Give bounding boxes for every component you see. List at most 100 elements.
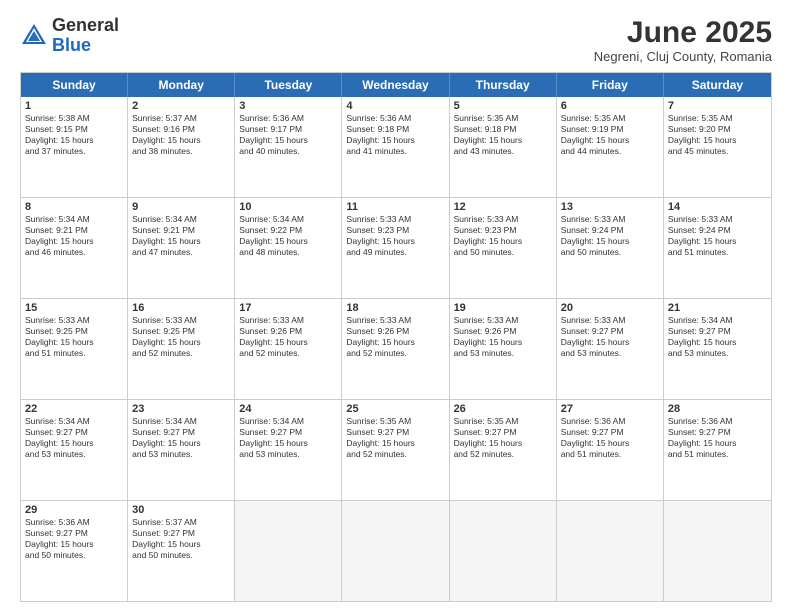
day-info: Sunrise: 5:33 AM Sunset: 9:27 PM Dayligh… [561, 315, 659, 359]
day-18: 18Sunrise: 5:33 AM Sunset: 9:26 PM Dayli… [342, 299, 449, 399]
day-30: 30Sunrise: 5:37 AM Sunset: 9:27 PM Dayli… [128, 501, 235, 601]
day-13: 13Sunrise: 5:33 AM Sunset: 9:24 PM Dayli… [557, 198, 664, 298]
day-info: Sunrise: 5:33 AM Sunset: 9:24 PM Dayligh… [668, 214, 767, 258]
weekday-header-thursday: Thursday [450, 73, 557, 97]
day-26: 26Sunrise: 5:35 AM Sunset: 9:27 PM Dayli… [450, 400, 557, 500]
calendar-body: 1Sunrise: 5:38 AM Sunset: 9:15 PM Daylig… [21, 97, 771, 601]
day-info: Sunrise: 5:34 AM Sunset: 9:27 PM Dayligh… [132, 416, 230, 460]
day-17: 17Sunrise: 5:33 AM Sunset: 9:26 PM Dayli… [235, 299, 342, 399]
page: General Blue June 2025 Negreni, Cluj Cou… [0, 0, 792, 612]
weekday-header-monday: Monday [128, 73, 235, 97]
calendar-row-4: 29Sunrise: 5:36 AM Sunset: 9:27 PM Dayli… [21, 500, 771, 601]
day-number: 15 [25, 302, 123, 314]
day-number: 10 [239, 201, 337, 213]
weekday-header-wednesday: Wednesday [342, 73, 449, 97]
weekday-header-tuesday: Tuesday [235, 73, 342, 97]
day-info: Sunrise: 5:34 AM Sunset: 9:27 PM Dayligh… [668, 315, 767, 359]
day-16: 16Sunrise: 5:33 AM Sunset: 9:25 PM Dayli… [128, 299, 235, 399]
day-number: 25 [346, 403, 444, 415]
day-4: 4Sunrise: 5:36 AM Sunset: 9:18 PM Daylig… [342, 97, 449, 197]
day-number: 11 [346, 201, 444, 213]
day-number: 13 [561, 201, 659, 213]
empty-cell [664, 501, 771, 601]
day-info: Sunrise: 5:33 AM Sunset: 9:23 PM Dayligh… [346, 214, 444, 258]
day-info: Sunrise: 5:35 AM Sunset: 9:18 PM Dayligh… [454, 113, 552, 157]
weekday-header-sunday: Sunday [21, 73, 128, 97]
day-info: Sunrise: 5:36 AM Sunset: 9:18 PM Dayligh… [346, 113, 444, 157]
day-15: 15Sunrise: 5:33 AM Sunset: 9:25 PM Dayli… [21, 299, 128, 399]
day-number: 1 [25, 100, 123, 112]
day-9: 9Sunrise: 5:34 AM Sunset: 9:21 PM Daylig… [128, 198, 235, 298]
day-number: 14 [668, 201, 767, 213]
month-year: June 2025 [594, 16, 772, 49]
header: General Blue June 2025 Negreni, Cluj Cou… [20, 16, 772, 64]
day-1: 1Sunrise: 5:38 AM Sunset: 9:15 PM Daylig… [21, 97, 128, 197]
day-8: 8Sunrise: 5:34 AM Sunset: 9:21 PM Daylig… [21, 198, 128, 298]
day-info: Sunrise: 5:36 AM Sunset: 9:17 PM Dayligh… [239, 113, 337, 157]
day-number: 2 [132, 100, 230, 112]
day-info: Sunrise: 5:37 AM Sunset: 9:27 PM Dayligh… [132, 517, 230, 561]
day-info: Sunrise: 5:36 AM Sunset: 9:27 PM Dayligh… [561, 416, 659, 460]
day-info: Sunrise: 5:35 AM Sunset: 9:27 PM Dayligh… [346, 416, 444, 460]
day-number: 28 [668, 403, 767, 415]
day-number: 18 [346, 302, 444, 314]
day-info: Sunrise: 5:36 AM Sunset: 9:27 PM Dayligh… [668, 416, 767, 460]
day-6: 6Sunrise: 5:35 AM Sunset: 9:19 PM Daylig… [557, 97, 664, 197]
logo-blue-text: Blue [52, 35, 91, 55]
day-info: Sunrise: 5:34 AM Sunset: 9:27 PM Dayligh… [25, 416, 123, 460]
day-info: Sunrise: 5:33 AM Sunset: 9:24 PM Dayligh… [561, 214, 659, 258]
day-25: 25Sunrise: 5:35 AM Sunset: 9:27 PM Dayli… [342, 400, 449, 500]
day-number: 4 [346, 100, 444, 112]
day-number: 9 [132, 201, 230, 213]
day-5: 5Sunrise: 5:35 AM Sunset: 9:18 PM Daylig… [450, 97, 557, 197]
day-number: 3 [239, 100, 337, 112]
day-info: Sunrise: 5:34 AM Sunset: 9:22 PM Dayligh… [239, 214, 337, 258]
day-info: Sunrise: 5:36 AM Sunset: 9:27 PM Dayligh… [25, 517, 123, 561]
day-info: Sunrise: 5:33 AM Sunset: 9:25 PM Dayligh… [132, 315, 230, 359]
day-11: 11Sunrise: 5:33 AM Sunset: 9:23 PM Dayli… [342, 198, 449, 298]
day-number: 27 [561, 403, 659, 415]
day-23: 23Sunrise: 5:34 AM Sunset: 9:27 PM Dayli… [128, 400, 235, 500]
logo-text: General Blue [52, 16, 119, 56]
day-info: Sunrise: 5:33 AM Sunset: 9:25 PM Dayligh… [25, 315, 123, 359]
logo-icon [20, 22, 48, 50]
day-number: 20 [561, 302, 659, 314]
calendar-row-0: 1Sunrise: 5:38 AM Sunset: 9:15 PM Daylig… [21, 97, 771, 197]
day-number: 26 [454, 403, 552, 415]
day-19: 19Sunrise: 5:33 AM Sunset: 9:26 PM Dayli… [450, 299, 557, 399]
day-28: 28Sunrise: 5:36 AM Sunset: 9:27 PM Dayli… [664, 400, 771, 500]
day-number: 8 [25, 201, 123, 213]
day-number: 5 [454, 100, 552, 112]
day-info: Sunrise: 5:35 AM Sunset: 9:20 PM Dayligh… [668, 113, 767, 157]
day-number: 21 [668, 302, 767, 314]
day-info: Sunrise: 5:37 AM Sunset: 9:16 PM Dayligh… [132, 113, 230, 157]
weekday-header-saturday: Saturday [664, 73, 771, 97]
day-27: 27Sunrise: 5:36 AM Sunset: 9:27 PM Dayli… [557, 400, 664, 500]
title-block: June 2025 Negreni, Cluj County, Romania [594, 16, 772, 64]
day-number: 16 [132, 302, 230, 314]
day-info: Sunrise: 5:38 AM Sunset: 9:15 PM Dayligh… [25, 113, 123, 157]
day-number: 6 [561, 100, 659, 112]
calendar-row-2: 15Sunrise: 5:33 AM Sunset: 9:25 PM Dayli… [21, 298, 771, 399]
day-number: 12 [454, 201, 552, 213]
empty-cell [235, 501, 342, 601]
day-number: 23 [132, 403, 230, 415]
day-number: 7 [668, 100, 767, 112]
day-info: Sunrise: 5:33 AM Sunset: 9:26 PM Dayligh… [239, 315, 337, 359]
weekday-header-friday: Friday [557, 73, 664, 97]
day-info: Sunrise: 5:33 AM Sunset: 9:26 PM Dayligh… [454, 315, 552, 359]
day-24: 24Sunrise: 5:34 AM Sunset: 9:27 PM Dayli… [235, 400, 342, 500]
day-12: 12Sunrise: 5:33 AM Sunset: 9:23 PM Dayli… [450, 198, 557, 298]
day-number: 30 [132, 504, 230, 516]
calendar: SundayMondayTuesdayWednesdayThursdayFrid… [20, 72, 772, 602]
day-number: 17 [239, 302, 337, 314]
day-number: 24 [239, 403, 337, 415]
day-29: 29Sunrise: 5:36 AM Sunset: 9:27 PM Dayli… [21, 501, 128, 601]
day-21: 21Sunrise: 5:34 AM Sunset: 9:27 PM Dayli… [664, 299, 771, 399]
day-info: Sunrise: 5:35 AM Sunset: 9:19 PM Dayligh… [561, 113, 659, 157]
empty-cell [450, 501, 557, 601]
calendar-row-3: 22Sunrise: 5:34 AM Sunset: 9:27 PM Dayli… [21, 399, 771, 500]
empty-cell [557, 501, 664, 601]
day-info: Sunrise: 5:35 AM Sunset: 9:27 PM Dayligh… [454, 416, 552, 460]
day-22: 22Sunrise: 5:34 AM Sunset: 9:27 PM Dayli… [21, 400, 128, 500]
